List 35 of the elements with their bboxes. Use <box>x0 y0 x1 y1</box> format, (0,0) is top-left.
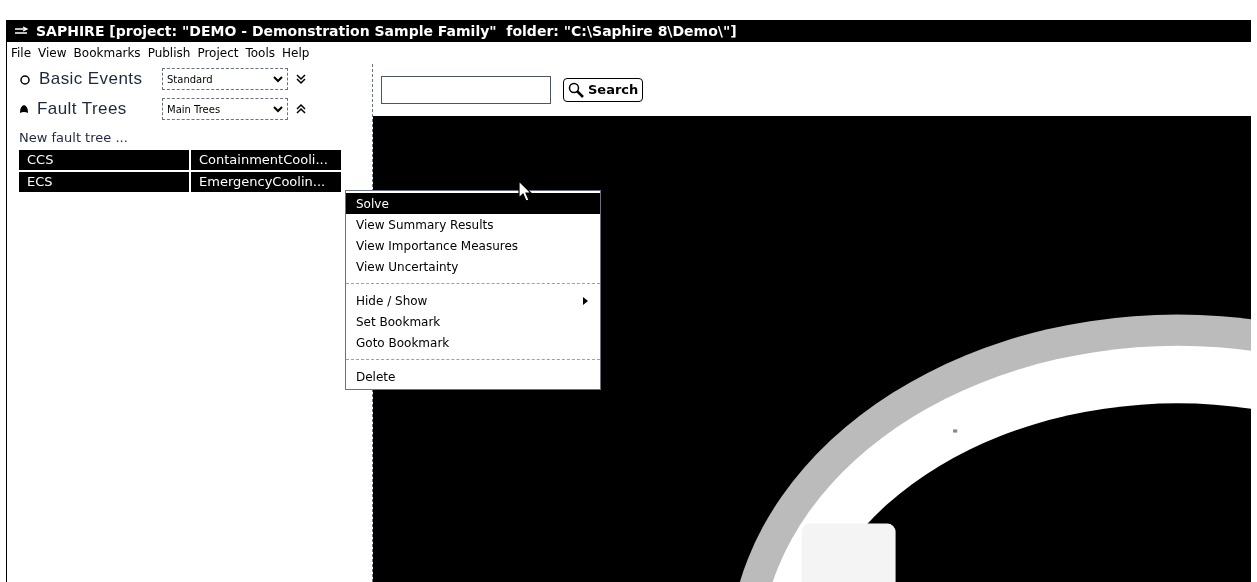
search-button[interactable]: Search <box>563 78 644 102</box>
table-cell: CCS <box>19 150 189 170</box>
menu-item[interactable]: Help <box>282 44 310 62</box>
gate-icon <box>19 104 29 114</box>
window-title: SAPHIRE [project: "DEMO - Demonstration Sample Family" folder: "C:\Saphire 8\Demo\"] <box>36 21 737 41</box>
search-field[interactable] <box>381 76 551 104</box>
menu-option[interactable]: Delete <box>346 366 600 387</box>
menu-option[interactable]: View Importance Measures <box>346 235 600 256</box>
menu-option[interactable]: Solve <box>346 193 600 214</box>
filter-dropdown[interactable]: Main Trees <box>162 98 288 120</box>
menu-option[interactable]: Goto Bookmark <box>346 332 600 353</box>
menu-option[interactable]: Set Bookmark <box>346 311 600 332</box>
menu-item[interactable]: File <box>11 44 32 62</box>
table-cell: ContainmentCooli... <box>191 150 341 170</box>
chevrons-down-icon[interactable] <box>296 73 306 85</box>
app-icon <box>14 26 28 36</box>
menu-item[interactable]: Project <box>197 44 239 62</box>
menu-item[interactable]: Bookmarks <box>73 44 141 62</box>
filter-dropdown[interactable]: Standard <box>162 68 288 90</box>
table-cell: ECS <box>19 172 189 192</box>
menu-option[interactable]: Hide / Show <box>346 290 600 311</box>
section-label[interactable]: Basic Events <box>39 66 143 92</box>
menu-item[interactable]: Publish <box>147 44 191 62</box>
menu-item[interactable]: Tools <box>245 44 276 62</box>
menu-item[interactable]: View <box>38 44 67 62</box>
section-label[interactable]: Fault Trees <box>37 96 127 122</box>
new-item-link[interactable]: New fault tree ... <box>7 128 372 148</box>
circle-icon <box>19 73 31 85</box>
menu-option[interactable]: View Summary Results <box>346 214 600 235</box>
table-cell: EmergencyCoolin... <box>191 172 341 192</box>
chevron-down-icon <box>273 75 283 83</box>
search-icon <box>568 82 584 98</box>
chevron-down-icon <box>273 105 283 113</box>
chevrons-up-icon[interactable] <box>296 103 306 115</box>
menu-option[interactable]: View Uncertainty <box>346 256 600 277</box>
